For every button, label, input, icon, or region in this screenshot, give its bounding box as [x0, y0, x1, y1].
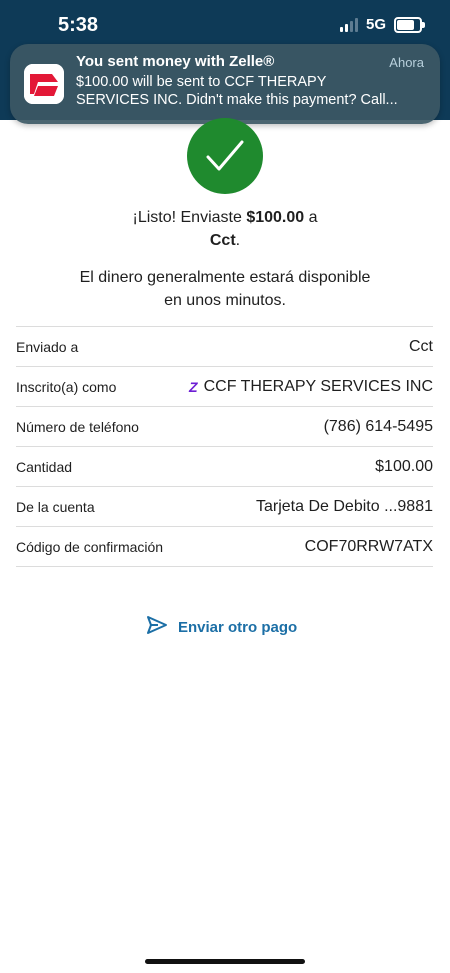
detail-label: Inscrito(a) como — [16, 378, 117, 395]
status-bar: 5:38 5G — [0, 0, 450, 50]
detail-label: Cantidad — [16, 458, 73, 475]
bank-logo-icon — [24, 64, 64, 104]
detail-value: Tarjeta De Debito ...9881 — [256, 497, 433, 515]
detail-row-confirmation-code: Código de confirmación COF70RRW7ATX — [16, 527, 433, 567]
signal-icon — [339, 17, 358, 32]
detail-row-sent-to: Enviado a Cct — [16, 327, 433, 367]
notification-banner[interactable]: You sent money with Zelle® Ahora $100.00… — [10, 44, 440, 124]
payment-details-list: Enviado a Cct Inscrito(a) como Z CCF THE… — [16, 326, 433, 567]
zelle-z-icon: Z — [189, 378, 198, 395]
headline-amount: $100.00 — [246, 209, 305, 226]
detail-row-phone: Número de teléfono (786) 614-5495 — [16, 407, 433, 447]
detail-label: Número de teléfono — [16, 418, 139, 435]
notification-title: You sent money with Zelle® — [76, 53, 275, 70]
headline-mid: a — [304, 209, 318, 226]
detail-label: De la cuenta — [16, 498, 95, 515]
detail-value: COF70RRW7ATX — [304, 537, 433, 555]
detail-value-wrapper: Z CCF THERAPY SERVICES INC — [189, 378, 433, 396]
send-another-payment-button[interactable]: Enviar otro pago — [146, 615, 297, 639]
status-icons: 5G — [339, 16, 425, 33]
detail-value: $100.00 — [375, 457, 433, 475]
headline-recipient: Cct — [209, 232, 236, 249]
headline-prefix: ¡Listo! Enviaste — [132, 209, 247, 226]
network-label: 5G — [365, 16, 386, 33]
status-time: 5:38 — [58, 14, 99, 36]
detail-label: Código de confirmación — [16, 538, 164, 555]
confirmation-headline: ¡Listo! Enviaste $100.00 a Cct. — [0, 206, 450, 252]
notification-body: $100.00 will be sent to CCF THERAPY SERV… — [76, 73, 428, 109]
availability-line: El dinero generalmente estará disponible — [79, 269, 371, 286]
headline-end: . — [235, 232, 241, 249]
detail-row-enrolled-as: Inscrito(a) como Z CCF THERAPY SERVICES … — [16, 367, 433, 407]
battery-icon — [394, 16, 425, 33]
detail-value: CCF THERAPY SERVICES INC — [203, 377, 433, 395]
detail-value: Cct — [409, 337, 433, 355]
detail-label: Enviado a — [16, 338, 79, 355]
home-indicator[interactable] — [145, 959, 305, 964]
notification-time: Ahora — [389, 55, 424, 70]
send-icon — [146, 615, 168, 639]
send-another-payment-label: Enviar otro pago — [178, 618, 298, 636]
detail-row-from-account: De la cuenta Tarjeta De Debito ...9881 — [16, 487, 433, 527]
notification-body-line: SERVICES INC. Didn't make this payment? … — [76, 92, 398, 108]
detail-row-amount: Cantidad $100.00 — [16, 447, 433, 487]
success-checkmark-icon — [187, 118, 263, 194]
availability-line: en unos minutos. — [164, 292, 286, 309]
notification-body-line: $100.00 will be sent to CCF THERAPY — [76, 74, 327, 90]
availability-message: El dinero generalmente estará disponible… — [0, 266, 450, 312]
detail-value: (786) 614-5495 — [323, 417, 433, 435]
